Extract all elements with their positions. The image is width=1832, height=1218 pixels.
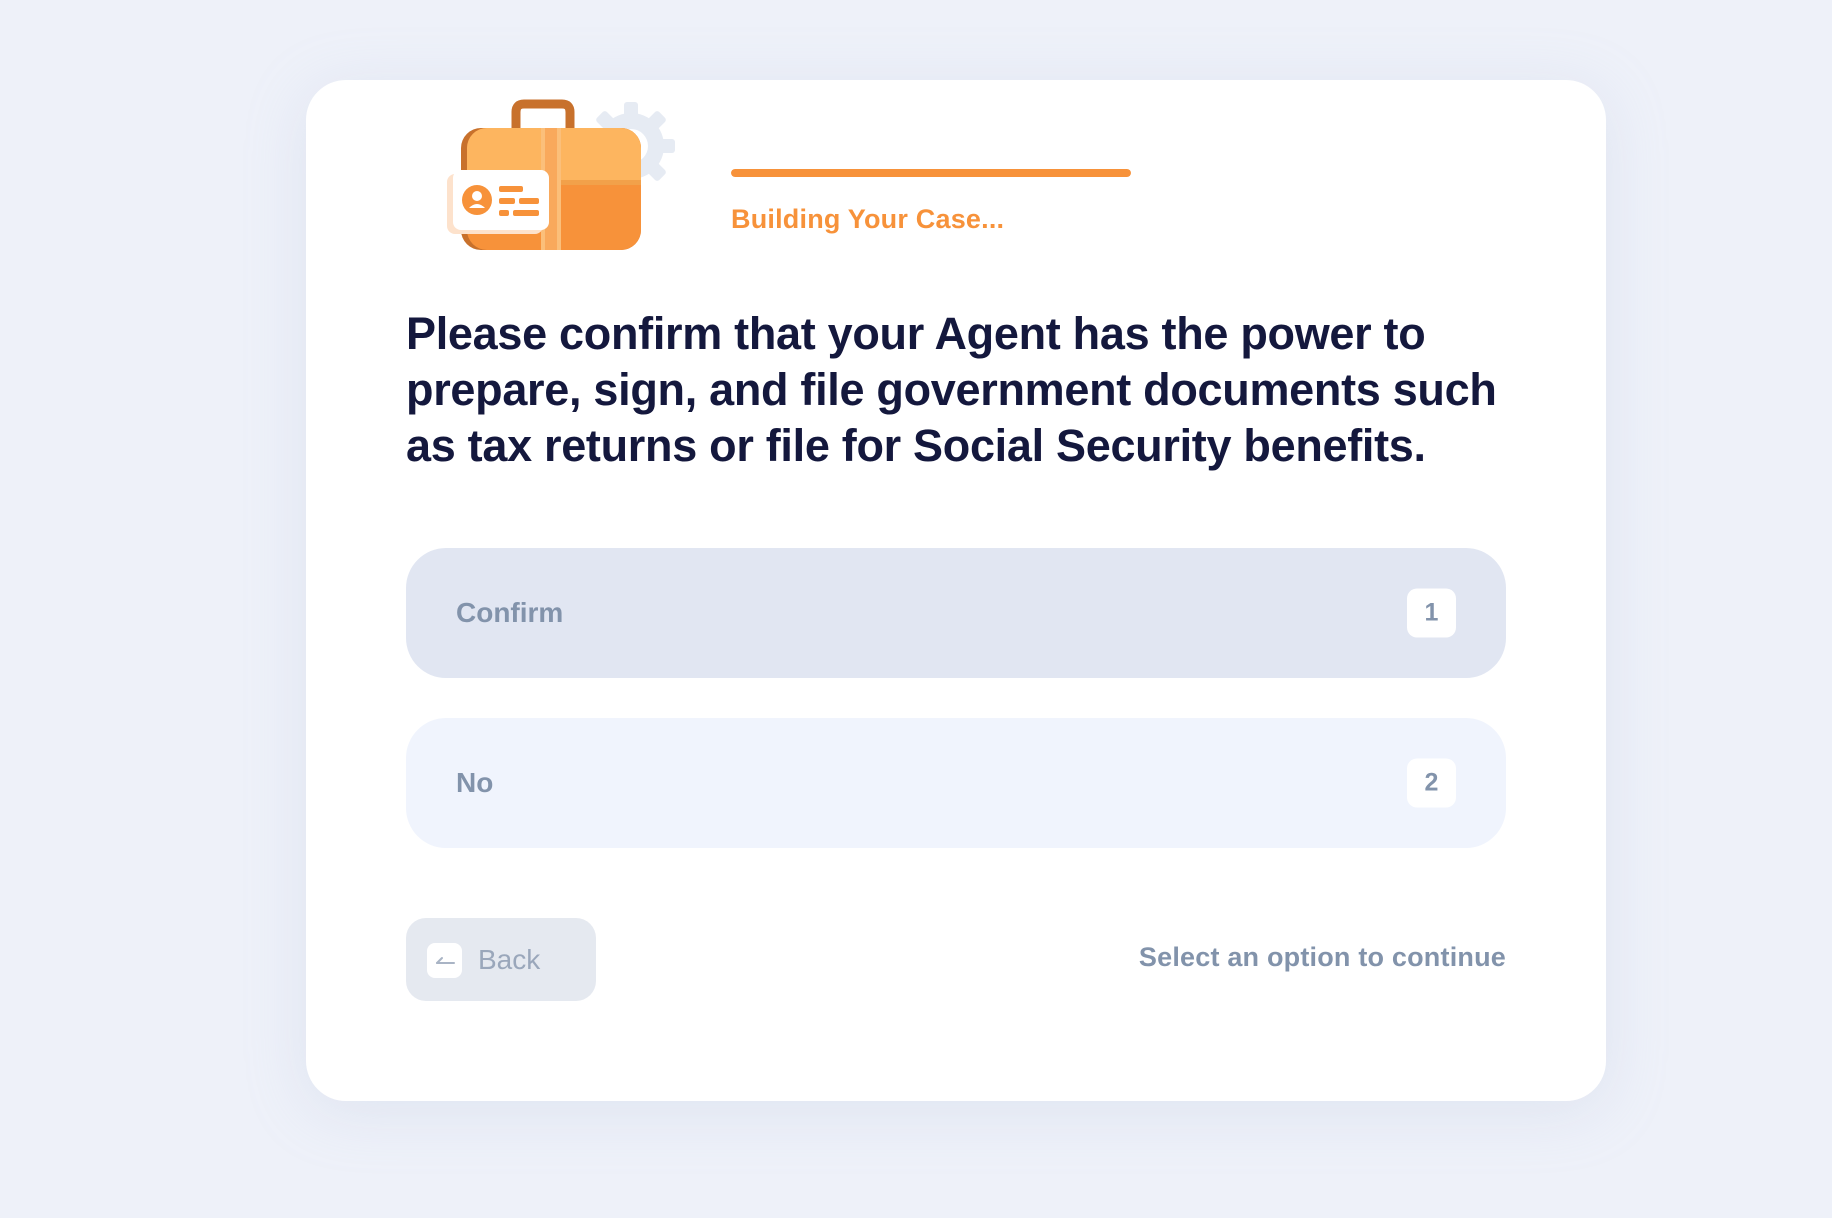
- option-label: No: [456, 767, 494, 798]
- progress-label: Building Your Case...: [731, 204, 1005, 234]
- option-label: Confirm: [456, 597, 564, 628]
- option-no[interactable]: No 2: [406, 718, 1506, 848]
- option-shortcut-key: 1: [1407, 588, 1456, 638]
- question-card: Building Your Case... Please confirm tha…: [306, 80, 1606, 1101]
- progress-bar-fill: [731, 169, 1131, 177]
- progress-bar: [731, 169, 1131, 177]
- briefcase-gear-icon: [441, 98, 701, 258]
- option-shortcut-key: 2: [1407, 758, 1456, 808]
- continue-hint: Select an option to continue: [1138, 942, 1506, 972]
- option-confirm[interactable]: Confirm 1: [406, 548, 1506, 678]
- back-button-label: Back: [478, 943, 541, 975]
- arrow-left-icon: [427, 943, 462, 978]
- back-button[interactable]: Back: [406, 918, 596, 1001]
- question-title: Please confirm that your Agent has the p…: [406, 308, 1497, 471]
